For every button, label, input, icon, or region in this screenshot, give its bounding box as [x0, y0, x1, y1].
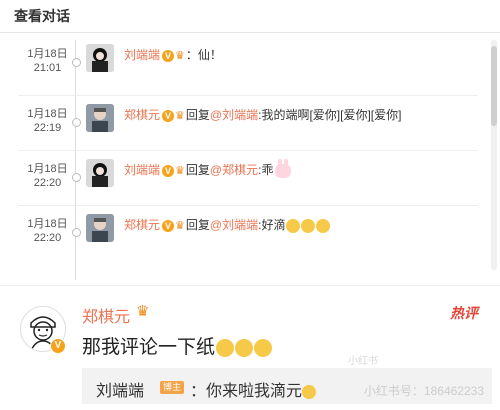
- timeline-dot: [72, 58, 81, 67]
- smirk-emoji-icon: [235, 338, 254, 357]
- cry-emoji-icon: [302, 384, 317, 399]
- comment-text: 我的端啊[爱你][爱你][爱你]: [261, 108, 402, 122]
- author-tag-badge: 博主: [160, 381, 185, 394]
- comment-line: 郑棋元 V ♛回复@刘端端:好滴: [124, 218, 331, 233]
- smirk-emoji-icon: [216, 338, 235, 357]
- hot-comment-badge: 热评: [450, 305, 478, 321]
- avatar[interactable]: [86, 159, 114, 187]
- crown-icon: ♛: [175, 164, 185, 177]
- thread-time: 22:20: [33, 232, 62, 244]
- comment-text: 好滴: [261, 218, 286, 232]
- watermark-small: 小红书: [348, 356, 378, 367]
- comment-text: 乖: [261, 163, 274, 177]
- comment-line: 刘端端 V ♛回复@郑棋元:乖: [124, 158, 292, 178]
- smile-emoji-icon: [286, 218, 301, 233]
- crown-icon: ♛: [136, 303, 150, 320]
- smile-emoji-icon: [316, 218, 331, 233]
- avatar-badge: V: [50, 338, 66, 354]
- mention-link[interactable]: @刘端端: [210, 218, 258, 232]
- avatar[interactable]: [86, 214, 114, 242]
- comment-text: 仙！: [197, 48, 222, 62]
- scroll-thumb[interactable]: [491, 46, 497, 126]
- thread-item[interactable]: 1月18日 22:20 郑棋元 V ♛回复@刘端端:好滴: [0, 210, 490, 262]
- reply-word: 回复: [185, 218, 210, 232]
- smile-emoji-icon: [301, 218, 316, 233]
- page-title: 查看对话: [14, 8, 70, 24]
- reply-word: 回复: [185, 108, 210, 122]
- comment-text-line: 那我评论一下纸: [82, 332, 273, 359]
- row-divider: [18, 150, 478, 151]
- avatar[interactable]: [86, 104, 114, 132]
- comment-author[interactable]: 郑棋元: [82, 303, 130, 327]
- comment-author[interactable]: 郑棋元: [124, 108, 160, 122]
- bunny-emoji-icon: [275, 158, 292, 178]
- watermark: 小红书号：186462233: [363, 384, 484, 398]
- mention-link[interactable]: @郑棋元: [210, 163, 258, 177]
- verified-icon: V: [162, 219, 175, 232]
- comment-line: 刘端端 V ♛：仙！: [124, 48, 222, 63]
- mention-link[interactable]: @刘端端: [210, 108, 258, 122]
- thread-item[interactable]: 1月18日 21:01 刘端端 V ♛：仙！: [0, 40, 490, 92]
- verified-icon: V: [162, 164, 175, 177]
- avatar[interactable]: [86, 44, 114, 72]
- comment-text: 那我评论一下纸: [82, 337, 216, 358]
- reply-text-line: ：你来啦我滴元: [190, 377, 317, 401]
- thread-date: 1月18日: [27, 108, 68, 120]
- crown-icon: ♛: [175, 219, 185, 232]
- reply-word: 回复: [185, 163, 210, 177]
- thread-date: 1月18日: [27, 48, 68, 60]
- reply-author[interactable]: 刘端端: [96, 377, 144, 401]
- comment-author[interactable]: 刘端端: [124, 163, 160, 177]
- thread-date: 1月18日: [27, 218, 68, 230]
- comment-separator: ：: [185, 48, 198, 62]
- comment-author[interactable]: 郑棋元: [124, 218, 160, 232]
- thread-time: 21:01: [33, 62, 62, 74]
- thread-time: 22:20: [33, 177, 62, 189]
- comment-line: 郑棋元 V ♛回复@刘端端:我的端啊[爱你][爱你][爱你]: [124, 108, 401, 123]
- timeline-dot: [72, 118, 81, 127]
- section-divider: [0, 285, 500, 286]
- thread-time: 22:19: [33, 122, 62, 134]
- thread-item[interactable]: 1月18日 22:19 郑棋元 V ♛回复@刘端端:我的端啊[爱你][爱你][爱你]: [0, 100, 490, 152]
- verified-icon: V: [162, 49, 175, 62]
- thread-date: 1月18日: [27, 163, 68, 175]
- crown-icon: ♛: [175, 109, 185, 122]
- smirk-emoji-icon: [254, 338, 273, 357]
- header-divider: [0, 32, 500, 33]
- timeline-dot: [72, 228, 81, 237]
- row-divider: [18, 205, 478, 206]
- crown-icon: ♛: [175, 49, 185, 62]
- row-divider: [18, 95, 478, 96]
- verified-icon: V: [162, 109, 175, 122]
- thread-item[interactable]: 1月18日 22:20 刘端端 V ♛回复@郑棋元:乖: [0, 155, 490, 207]
- comment-author[interactable]: 刘端端: [124, 48, 160, 62]
- timeline-dot: [72, 173, 81, 182]
- reply-text: ：你来啦我滴元: [190, 383, 303, 400]
